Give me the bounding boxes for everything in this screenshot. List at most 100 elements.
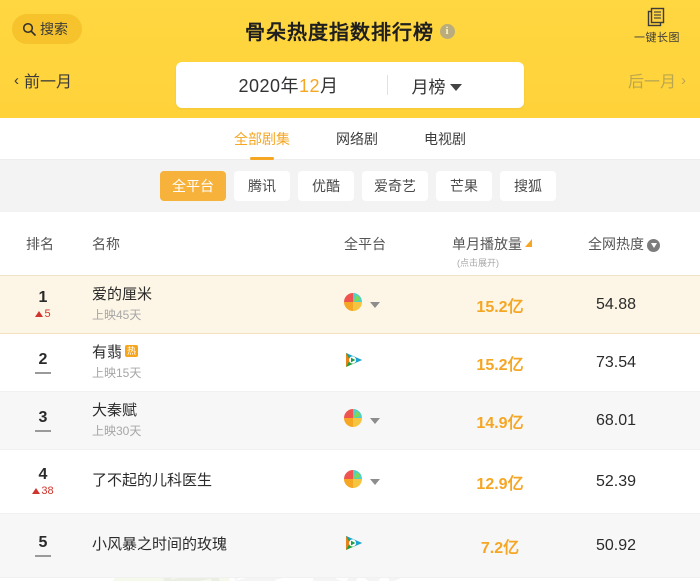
- platform-chip-tencent[interactable]: 腾讯: [234, 171, 290, 201]
- platform-chip-label: 芒果: [450, 178, 478, 194]
- sort-descending-icon[interactable]: [647, 238, 660, 252]
- column-label: 排名: [26, 236, 54, 252]
- rank-unchanged-icon: [35, 372, 51, 375]
- long-image-button[interactable]: 一键长图: [622, 6, 692, 45]
- tab-all-series[interactable]: 全部剧集: [232, 119, 292, 159]
- platform-cell[interactable]: [344, 392, 444, 449]
- column-hint-expand: (点击展开): [457, 258, 499, 268]
- platform-cell[interactable]: [344, 334, 444, 391]
- platform-chip-label: 爱奇艺: [374, 178, 416, 194]
- platform-chip-iqiyi[interactable]: 爱奇艺: [362, 171, 428, 201]
- table-row[interactable]: 3 大秦赋 上映30天 14.9亿 68.01: [0, 392, 700, 450]
- rank-number: 3: [38, 408, 48, 426]
- column-label: 名称: [92, 236, 120, 252]
- date-month-number: 12: [299, 76, 321, 96]
- documents-icon: [622, 6, 692, 28]
- rank-type-select[interactable]: 月榜: [412, 73, 462, 98]
- name-cell: 了不起的儿科医生: [92, 450, 322, 513]
- show-title[interactable]: 爱的厘米: [92, 286, 152, 305]
- heat-cell: 54.88: [595, 295, 637, 313]
- sort-ascending-icon[interactable]: [525, 239, 532, 247]
- column-header-play-count[interactable]: 单月播放量: [452, 234, 532, 254]
- column-header-platform: 全平台: [344, 234, 386, 254]
- name-cell: 有翡 热 上映15天: [92, 334, 322, 391]
- platform-chip-label: 腾讯: [248, 178, 276, 194]
- column-header-rank: 排名: [26, 234, 54, 254]
- play-count-cell: 15.2亿: [476, 298, 524, 316]
- chevron-down-icon[interactable]: [370, 478, 380, 485]
- category-tabs: 全部剧集 网络剧 电视剧: [0, 118, 700, 160]
- platform-filter-bar: 全平台 腾讯 优酷 爱奇艺 芒果 搜狐: [0, 160, 700, 212]
- chevron-down-icon[interactable]: [370, 301, 380, 308]
- multicolor-pie-icon: [344, 470, 362, 493]
- rank-number: 2: [38, 350, 48, 368]
- prev-month-label: 前一月: [24, 74, 73, 91]
- play-count-cell: 12.9亿: [476, 475, 524, 493]
- page-header: 搜索 骨朵热度指数排行榜 i 一键长图 ‹ 前一月 后一月 › 2020年12月…: [0, 0, 700, 118]
- rank-cell: 5: [0, 514, 86, 577]
- info-icon[interactable]: i: [440, 24, 455, 39]
- column-header-heat[interactable]: 全网热度: [588, 234, 660, 254]
- rank-change-value: 5: [44, 308, 51, 321]
- heat-cell: 68.01: [595, 411, 637, 429]
- page-title-text: 骨朵热度指数排行榜: [245, 22, 434, 44]
- tab-label: 网络剧: [336, 130, 378, 147]
- rank-number: 5: [38, 533, 48, 551]
- rank-cell: 4 38: [0, 450, 86, 513]
- table-row[interactable]: 4 38 了不起的儿科医生 12.9亿 52.39: [0, 450, 700, 514]
- rank-cell: 3: [0, 392, 86, 449]
- platform-chip-label: 优酷: [312, 178, 340, 194]
- name-cell: 大秦赋 上映30天: [92, 392, 322, 449]
- platform-chip-label: 全平台: [172, 178, 214, 194]
- platform-chip-mango[interactable]: 芒果: [436, 171, 492, 201]
- table-row[interactable]: 5 小风暴之时间的玫瑰 7.2亿 50.92: [0, 514, 700, 578]
- show-title[interactable]: 有翡: [92, 344, 122, 363]
- divider: [386, 75, 388, 95]
- next-month-button[interactable]: 后一月 ›: [628, 68, 686, 92]
- rank-change: 5: [35, 308, 51, 321]
- heat-cell: 52.39: [595, 472, 637, 490]
- tab-web-series[interactable]: 网络剧: [334, 119, 380, 159]
- date-display[interactable]: 2020年12月: [238, 72, 338, 98]
- show-subtitle: 上映30天: [92, 424, 142, 439]
- show-title[interactable]: 了不起的儿科医生: [92, 472, 212, 491]
- platform-chip-all[interactable]: 全平台: [160, 171, 226, 201]
- column-label: 全网热度: [588, 236, 644, 252]
- column-label: 单月播放量: [452, 236, 522, 252]
- table-row[interactable]: 1 5 爱的厘米 上映45天 15.2亿 54.88: [0, 276, 700, 334]
- heat-cell: 50.92: [595, 536, 637, 554]
- platform-cell[interactable]: [344, 450, 444, 513]
- arrow-up-icon: [35, 311, 44, 318]
- show-subtitle: 上映15天: [92, 366, 142, 381]
- table-row[interactable]: 2 有翡 热 上映15天 15.2亿 73.54: [0, 334, 700, 392]
- column-label: 全平台: [344, 236, 386, 252]
- rank-cell: 1 5: [0, 276, 86, 333]
- show-title[interactable]: 大秦赋: [92, 402, 137, 421]
- name-cell: 小风暴之时间的玫瑰: [92, 514, 322, 577]
- multicolor-pie-icon: [344, 409, 362, 432]
- show-title[interactable]: 小风暴之时间的玫瑰: [92, 536, 227, 555]
- platform-cell[interactable]: [344, 514, 444, 577]
- rank-change-value: 38: [41, 485, 54, 498]
- prev-month-button[interactable]: ‹ 前一月: [14, 68, 72, 92]
- chevron-down-icon: [449, 83, 462, 91]
- platform-chip-youku[interactable]: 优酷: [298, 171, 354, 201]
- name-cell: 爱的厘米 上映45天: [92, 276, 322, 333]
- play-count-cell: 14.9亿: [476, 414, 524, 432]
- multicolor-pie-icon: [344, 293, 362, 316]
- next-month-label: 后一月: [627, 74, 676, 91]
- hot-badge: 热: [125, 344, 139, 357]
- rank-number: 1: [38, 288, 48, 306]
- chevron-down-icon[interactable]: [370, 417, 380, 424]
- tab-tv-series[interactable]: 电视剧: [422, 119, 468, 159]
- column-header-name: 名称: [92, 234, 120, 254]
- date-year: 2020年: [238, 76, 299, 96]
- arrow-up-icon: [32, 488, 41, 495]
- iqiyi-play-icon: [344, 351, 364, 374]
- rank-unchanged-icon: [35, 430, 51, 433]
- tab-label: 全部剧集: [234, 130, 290, 147]
- rank-type-label: 月榜: [411, 77, 446, 97]
- platform-chip-sohu[interactable]: 搜狐: [500, 171, 556, 201]
- ranking-table: 骨朵数据 @骨朵网络影视 @骨朵网络影视 排名 名称 全平台 单月播放量 (点击…: [0, 212, 700, 581]
- platform-cell[interactable]: [344, 276, 444, 333]
